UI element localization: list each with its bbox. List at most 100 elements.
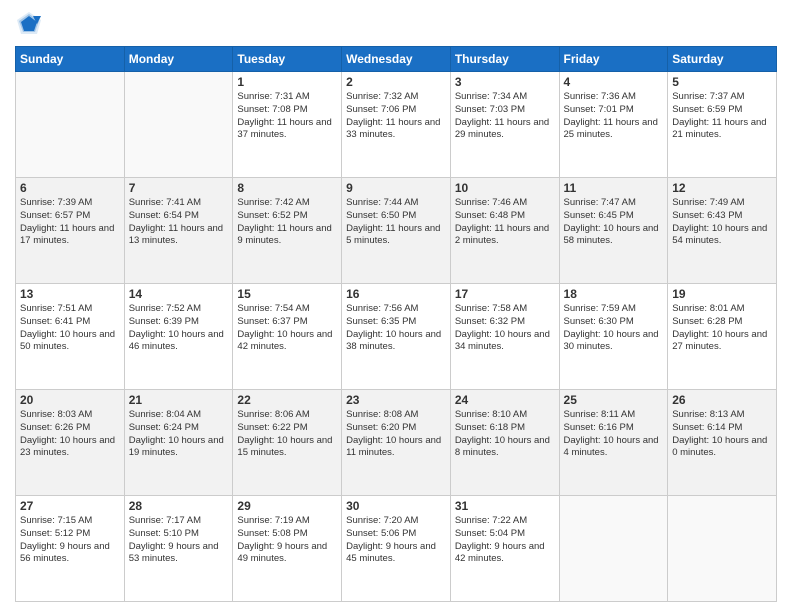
day-info: Sunrise: 7:36 AM Sunset: 7:01 PM Dayligh… [564,91,664,142]
day-info: Sunrise: 7:31 AM Sunset: 7:08 PM Dayligh… [237,91,337,142]
day-number: 10 [455,181,555,195]
calendar-cell: 21Sunrise: 8:04 AM Sunset: 6:24 PM Dayli… [124,390,233,496]
day-info: Sunrise: 7:17 AM Sunset: 5:10 PM Dayligh… [129,515,229,566]
calendar-cell: 23 Sunrise: 8:08 AM Sunset: 6:20 PM Dayli… [342,390,451,496]
day-number: 20 [20,393,120,407]
calendar-cell: 24 Sunrise: 8:10 AM Sunset: 6:18 PM Dayli… [450,390,559,496]
day-info: Sunrise: 7:32 AM Sunset: 7:06 PM Dayligh… [346,91,446,142]
day-number: 17 [455,287,555,301]
day-number: 7 [129,181,229,195]
weekday-header-row: SundayMondayTuesdayWednesdayThursdayFrid… [16,47,777,72]
day-info: Sunrise: 8:13 AM Sunset: 6:14 PM Dayligh… [672,409,772,460]
calendar-cell: 18 Sunrise: 7:59 AM Sunset: 6:30 PM Dayli… [559,284,668,390]
calendar-cell: 26 Sunrise: 8:13 AM Sunset: 6:14 PM Dayli… [668,390,777,496]
day-number: 5 [672,75,772,89]
calendar-cell [124,72,233,178]
logo-icon [15,10,43,38]
calendar-cell: 9 Sunrise: 7:44 AM Sunset: 6:50 PM Daylig… [342,178,451,284]
weekday-saturday: Saturday [668,47,777,72]
calendar-cell: 29 Sunrise: 7:19 AM Sunset: 5:08 PM Dayli… [233,496,342,602]
day-number: 16 [346,287,446,301]
calendar-cell: 10 Sunrise: 7:46 AM Sunset: 6:48 PM Dayli… [450,178,559,284]
day-number: 9 [346,181,446,195]
calendar-cell: 22 Sunrise: 8:06 AM Sunset: 6:22 PM Dayli… [233,390,342,496]
day-number: 30 [346,499,446,513]
calendar-cell: 1 Sunrise: 7:31 AM Sunset: 7:08 PM Daylig… [233,72,342,178]
day-info: Sunrise: 7:59 AM Sunset: 6:30 PM Dayligh… [564,303,664,354]
day-info: Sunrise: 8:10 AM Sunset: 6:18 PM Dayligh… [455,409,555,460]
day-number: 4 [564,75,664,89]
calendar-cell [668,496,777,602]
day-info: Sunrise: 7:39 AM Sunset: 6:57 PM Dayligh… [20,197,120,248]
weekday-tuesday: Tuesday [233,47,342,72]
day-number: 26 [672,393,772,407]
day-info: Sunrise: 8:04 AM Sunset: 6:24 PM Dayligh… [129,409,229,460]
calendar-cell: 13 Sunrise: 7:51 AM Sunset: 6:41 PM Dayli… [16,284,125,390]
calendar-cell: 16 Sunrise: 7:56 AM Sunset: 6:35 PM Dayli… [342,284,451,390]
calendar-cell: 17 Sunrise: 7:58 AM Sunset: 6:32 PM Dayli… [450,284,559,390]
day-info: Sunrise: 7:46 AM Sunset: 6:48 PM Dayligh… [455,197,555,248]
calendar-cell [16,72,125,178]
day-number: 13 [20,287,120,301]
day-info: Sunrise: 8:11 AM Sunset: 6:16 PM Dayligh… [564,409,664,460]
weekday-monday: Monday [124,47,233,72]
day-number: 6 [20,181,120,195]
week-row-2: 6 Sunrise: 7:39 AM Sunset: 6:57 PM Daylig… [16,178,777,284]
day-info: Sunrise: 7:42 AM Sunset: 6:52 PM Dayligh… [237,197,337,248]
weekday-wednesday: Wednesday [342,47,451,72]
calendar-cell: 15Sunrise: 7:54 AM Sunset: 6:37 PM Dayli… [233,284,342,390]
week-row-1: 1 Sunrise: 7:31 AM Sunset: 7:08 PM Daylig… [16,72,777,178]
day-info: Sunrise: 7:56 AM Sunset: 6:35 PM Dayligh… [346,303,446,354]
day-number: 1 [237,75,337,89]
calendar-cell: 12 Sunrise: 7:49 AM Sunset: 6:43 PM Dayli… [668,178,777,284]
day-info: Sunrise: 7:20 AM Sunset: 5:06 PM Dayligh… [346,515,446,566]
day-info: Sunrise: 7:37 AM Sunset: 6:59 PM Dayligh… [672,91,772,142]
day-number: 18 [564,287,664,301]
day-info: Sunrise: 7:19 AM Sunset: 5:08 PM Dayligh… [237,515,337,566]
day-number: 12 [672,181,772,195]
day-number: 23 [346,393,446,407]
day-number: 14 [129,287,229,301]
day-number: 8 [237,181,337,195]
day-info: Sunrise: 7:15 AM Sunset: 5:12 PM Dayligh… [20,515,120,566]
day-info: Sunrise: 7:51 AM Sunset: 6:41 PM Dayligh… [20,303,120,354]
week-row-5: 27 Sunrise: 7:15 AM Sunset: 5:12 PM Dayli… [16,496,777,602]
day-number: 27 [20,499,120,513]
day-number: 28 [129,499,229,513]
calendar-cell: 2 Sunrise: 7:32 AM Sunset: 7:06 PM Daylig… [342,72,451,178]
calendar-cell [559,496,668,602]
day-number: 15 [237,287,337,301]
calendar-table: SundayMondayTuesdayWednesdayThursdayFrid… [15,46,777,602]
day-info: Sunrise: 7:44 AM Sunset: 6:50 PM Dayligh… [346,197,446,248]
weekday-sunday: Sunday [16,47,125,72]
calendar-cell: 4 Sunrise: 7:36 AM Sunset: 7:01 PM Daylig… [559,72,668,178]
day-info: Sunrise: 7:49 AM Sunset: 6:43 PM Dayligh… [672,197,772,248]
day-number: 31 [455,499,555,513]
day-number: 25 [564,393,664,407]
calendar-cell: 11Sunrise: 7:47 AM Sunset: 6:45 PM Dayli… [559,178,668,284]
calendar-cell: 30 Sunrise: 7:20 AM Sunset: 5:06 PM Dayli… [342,496,451,602]
day-info: Sunrise: 7:34 AM Sunset: 7:03 PM Dayligh… [455,91,555,142]
day-info: Sunrise: 8:01 AM Sunset: 6:28 PM Dayligh… [672,303,772,354]
day-number: 22 [237,393,337,407]
calendar-cell: 3 Sunrise: 7:34 AM Sunset: 7:03 PM Daylig… [450,72,559,178]
day-number: 29 [237,499,337,513]
calendar-cell: 19Sunrise: 8:01 AM Sunset: 6:28 PM Dayli… [668,284,777,390]
week-row-3: 13 Sunrise: 7:51 AM Sunset: 6:41 PM Dayli… [16,284,777,390]
calendar-cell: 8 Sunrise: 7:42 AM Sunset: 6:52 PM Daylig… [233,178,342,284]
day-info: Sunrise: 7:58 AM Sunset: 6:32 PM Dayligh… [455,303,555,354]
day-number: 2 [346,75,446,89]
day-info: Sunrise: 8:06 AM Sunset: 6:22 PM Dayligh… [237,409,337,460]
calendar-cell: 28 Sunrise: 7:17 AM Sunset: 5:10 PM Dayli… [124,496,233,602]
calendar-cell: 31Sunrise: 7:22 AM Sunset: 5:04 PM Dayli… [450,496,559,602]
calendar-cell: 7Sunrise: 7:41 AM Sunset: 6:54 PM Daylig… [124,178,233,284]
day-number: 24 [455,393,555,407]
day-info: Sunrise: 7:47 AM Sunset: 6:45 PM Dayligh… [564,197,664,248]
week-row-4: 20Sunrise: 8:03 AM Sunset: 6:26 PM Dayli… [16,390,777,496]
calendar-cell: 20Sunrise: 8:03 AM Sunset: 6:26 PM Dayli… [16,390,125,496]
logo [15,10,47,38]
calendar-cell: 5 Sunrise: 7:37 AM Sunset: 6:59 PM Daylig… [668,72,777,178]
day-info: Sunrise: 8:08 AM Sunset: 6:20 PM Dayligh… [346,409,446,460]
header [15,10,777,38]
day-number: 3 [455,75,555,89]
